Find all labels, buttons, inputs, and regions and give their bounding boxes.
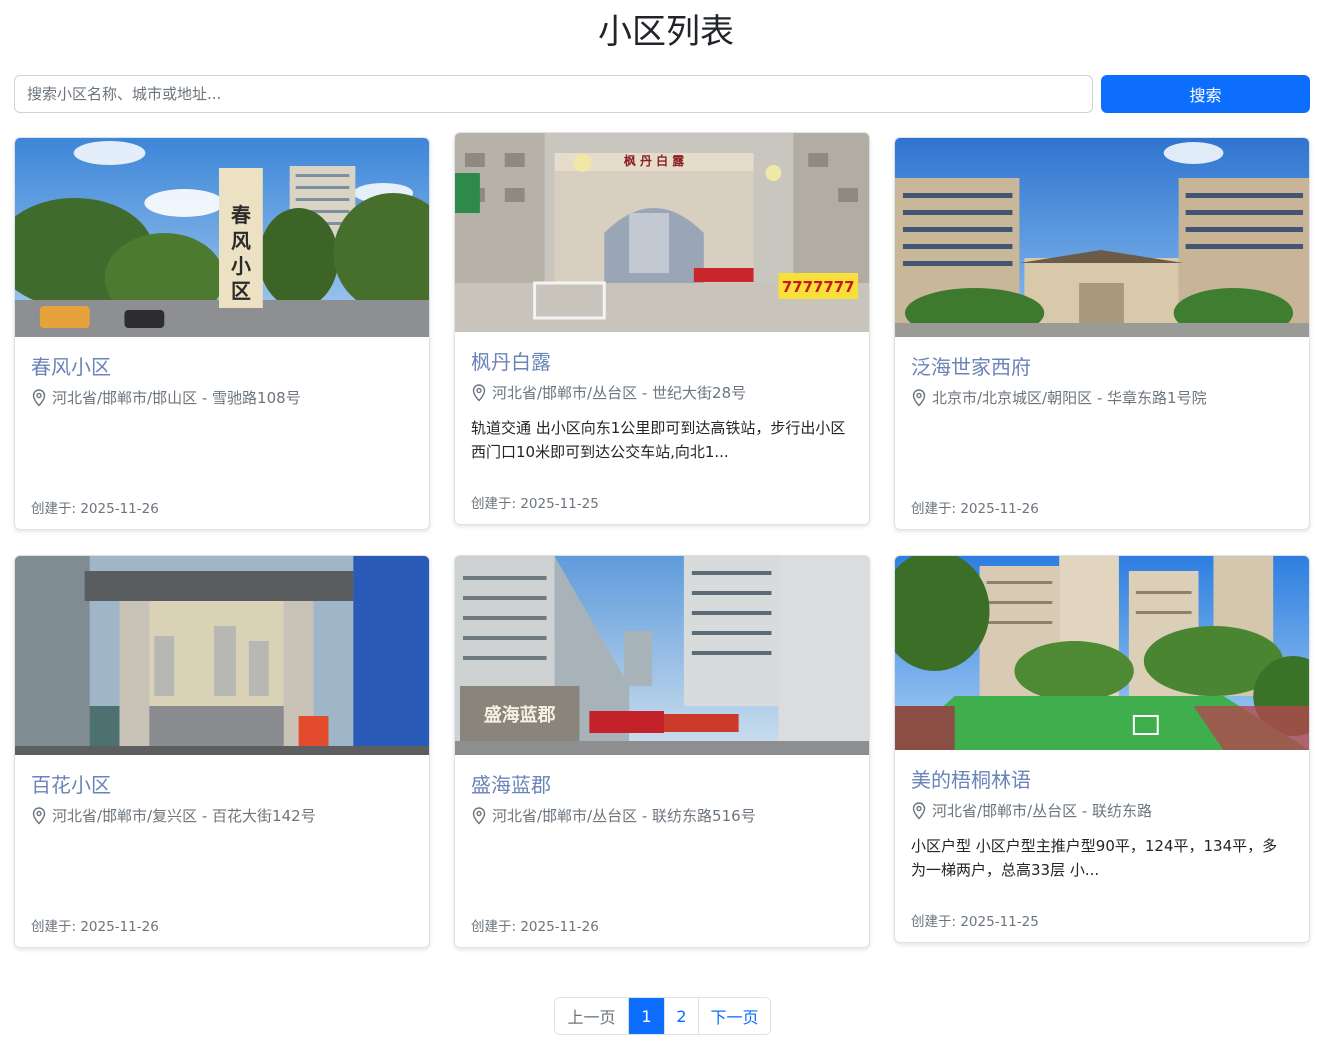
community-address-text: 北京市/北京城区/朝阳区 - 华章东路1号院 xyxy=(932,389,1207,407)
community-card[interactable]: 百花小区 河北省/邯郸市/复兴区 - 百花大街142号 创建于: 2025-11… xyxy=(14,555,430,948)
prev-page-button[interactable]: 上一页 xyxy=(555,998,628,1034)
community-created-date: 创建于: 2025-11-26 xyxy=(31,501,159,517)
community-created-date: 创建于: 2025-11-25 xyxy=(471,496,599,512)
pagination: 上一页 1 2 下一页 xyxy=(554,997,771,1035)
community-photo[interactable] xyxy=(895,556,1309,750)
community-address: 北京市/北京城区/朝阳区 - 华章东路1号院 xyxy=(911,388,1207,408)
svg-text:小: 小 xyxy=(231,254,251,278)
community-address: 河北省/邯郸市/丛台区 - 联纺东路 xyxy=(911,801,1152,821)
svg-text:区: 区 xyxy=(231,279,251,303)
community-description: 小区户型 小区户型主推户型90平，124平，134平，多为一梯两户，总高33层 … xyxy=(911,837,1278,879)
page-button-2[interactable]: 2 xyxy=(664,998,698,1034)
community-photo[interactable] xyxy=(15,556,429,755)
community-name[interactable]: 枫丹白露 xyxy=(471,349,551,375)
page-button-1[interactable]: 1 xyxy=(628,998,664,1034)
community-card[interactable]: 枫 丹 白 露 7777777 枫丹白露 河北省/邯郸市/丛台区 - 世纪大街2… xyxy=(454,132,870,525)
community-name[interactable]: 春风小区 xyxy=(31,354,111,380)
community-created-date: 创建于: 2025-11-26 xyxy=(911,501,1039,517)
community-name[interactable]: 盛海蓝郡 xyxy=(471,772,551,798)
community-address: 河北省/邯郸市/丛台区 - 世纪大街28号 xyxy=(471,383,746,403)
community-name[interactable]: 百花小区 xyxy=(31,772,111,798)
community-card[interactable]: 盛海蓝郡 盛海蓝郡 河北省/邯郸市/丛台区 - 联纺东路516号 创建于: 20… xyxy=(454,555,870,948)
community-card[interactable]: 泛海世家西府 北京市/北京城区/朝阳区 - 华章东路1号院 创建于: 2025-… xyxy=(894,137,1310,530)
community-name[interactable]: 美的梧桐林语 xyxy=(911,767,1031,793)
community-created-date: 创建于: 2025-11-26 xyxy=(31,919,159,935)
community-address: 河北省/邯郸市/邯山区 - 雪驰路108号 xyxy=(31,388,301,408)
search-button[interactable]: 搜索 xyxy=(1101,75,1310,113)
photo-sign-text: 盛海蓝郡 xyxy=(484,704,556,726)
community-address-text: 河北省/邯郸市/丛台区 - 世纪大街28号 xyxy=(492,384,747,402)
community-card[interactable]: 美的梧桐林语 河北省/邯郸市/丛台区 - 联纺东路 小区户型 小区户型主推户型9… xyxy=(894,555,1310,943)
location-pin-icon xyxy=(32,807,46,825)
community-address-text: 河北省/邯郸市/丛台区 - 联纺东路 xyxy=(932,802,1153,820)
svg-text:枫 丹 白 露: 枫 丹 白 露 xyxy=(624,153,685,168)
search-input[interactable] xyxy=(14,75,1093,113)
community-address: 河北省/邯郸市/复兴区 - 百花大街142号 xyxy=(31,806,316,826)
photo-sign-text: 7777777 xyxy=(782,278,855,296)
location-pin-icon xyxy=(912,389,926,407)
community-photo[interactable]: 春 风 小 区 xyxy=(15,138,429,337)
location-pin-icon xyxy=(472,384,486,402)
community-address-text: 河北省/邯郸市/邯山区 - 雪驰路108号 xyxy=(52,389,301,407)
svg-text:春: 春 xyxy=(230,203,252,227)
page-title: 小区列表 xyxy=(598,12,734,52)
next-page-button[interactable]: 下一页 xyxy=(698,998,770,1034)
community-description: 轨道交通 出小区向东1公里即可到达高铁站，步行出小区西门口10米即可到达公交车站… xyxy=(471,419,846,461)
community-name[interactable]: 泛海世家西府 xyxy=(911,354,1031,380)
community-address-text: 河北省/邯郸市/丛台区 - 联纺东路516号 xyxy=(492,807,756,825)
community-photo[interactable] xyxy=(895,138,1309,337)
location-pin-icon xyxy=(32,389,46,407)
svg-text:风: 风 xyxy=(231,229,251,253)
location-pin-icon xyxy=(912,802,926,820)
community-card[interactable]: 春 风 小 区 春风小区 河北省/邯郸市/邯山区 - 雪驰路108号 创建于: … xyxy=(14,137,430,530)
location-pin-icon xyxy=(472,807,486,825)
community-photo[interactable]: 盛海蓝郡 xyxy=(455,556,869,755)
community-address: 河北省/邯郸市/丛台区 - 联纺东路516号 xyxy=(471,806,756,826)
community-created-date: 创建于: 2025-11-26 xyxy=(471,919,599,935)
community-photo[interactable]: 枫 丹 白 露 7777777 xyxy=(455,133,869,332)
community-created-date: 创建于: 2025-11-25 xyxy=(911,914,1039,930)
community-address-text: 河北省/邯郸市/复兴区 - 百花大街142号 xyxy=(52,807,316,825)
